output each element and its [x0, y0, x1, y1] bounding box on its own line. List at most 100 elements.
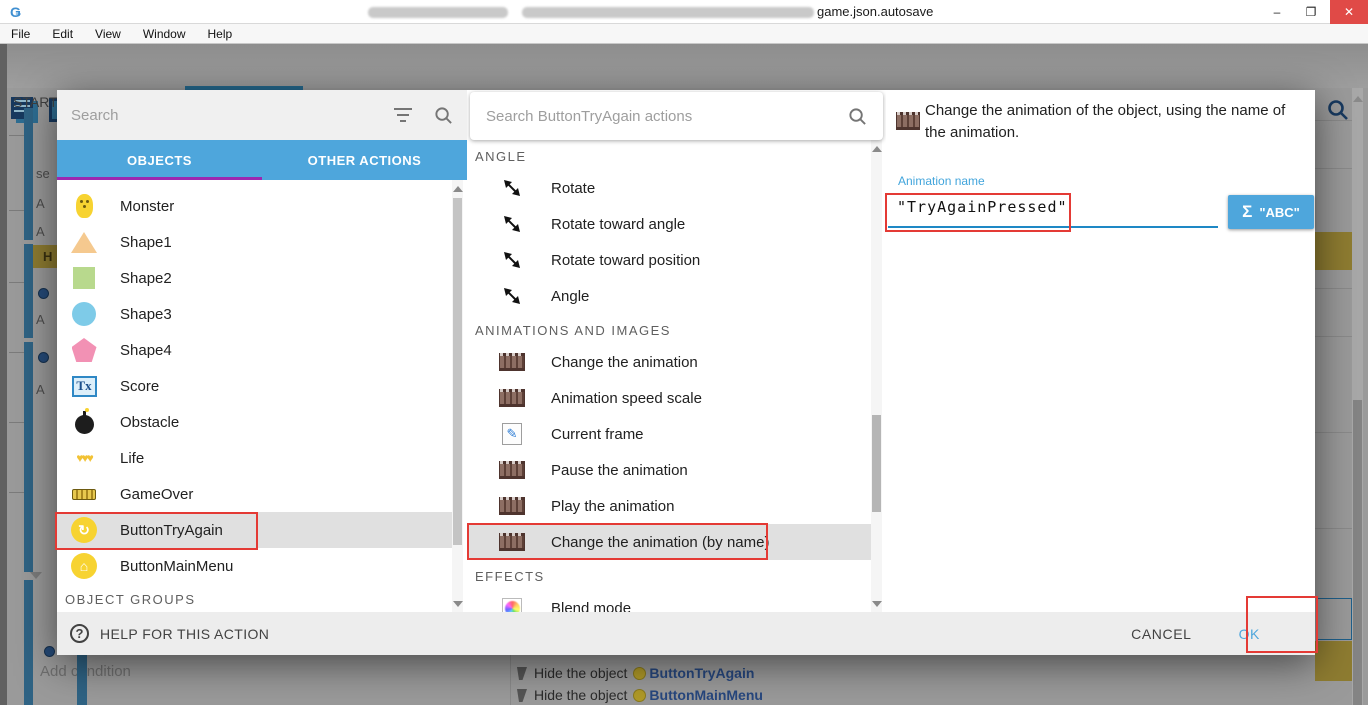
object-search-input[interactable] — [71, 107, 394, 124]
search-icon[interactable] — [848, 107, 867, 126]
object-label: Shape2 — [120, 270, 172, 287]
cancel-button[interactable]: CANCEL — [1131, 626, 1191, 642]
gear-icon — [38, 352, 49, 363]
event-divider — [510, 655, 511, 705]
action-row-rotate-toward-position[interactable]: Rotate toward position — [467, 242, 871, 278]
help-icon: ? — [70, 624, 89, 643]
redacted-path-blob — [522, 7, 814, 18]
object-row-gameover[interactable]: GameOver — [57, 476, 453, 512]
event-divider — [1315, 432, 1352, 433]
frame-icon: ✎ — [499, 421, 525, 447]
help-link[interactable]: HELP FOR THIS ACTION — [100, 626, 269, 642]
object-list-scrollbar[interactable] — [452, 180, 463, 612]
action-row-angle[interactable]: Angle — [467, 278, 871, 314]
event-condition-bar — [24, 108, 33, 240]
monster-icon — [70, 192, 98, 220]
object-groups-header: OBJECT GROUPS — [57, 584, 453, 612]
object-label: Life — [120, 450, 144, 467]
event-action-row: Hide the objectButtonMainMenu — [517, 687, 763, 705]
menu-window[interactable]: Window — [132, 27, 197, 41]
event-divider — [1315, 528, 1352, 529]
action-description: Change the animation of the object, usin… — [925, 100, 1307, 144]
object-label: Score — [120, 378, 159, 395]
action-row-change-animation[interactable]: Change the animation — [467, 344, 871, 380]
action-parameters-panel: Change the animation of the object, usin… — [886, 90, 1315, 612]
home-button-icon: ⌂ — [70, 552, 98, 580]
section-header: EFFECTS — [475, 569, 545, 584]
menu-view[interactable]: View — [84, 27, 132, 41]
tab-objects[interactable]: OBJECTS — [57, 140, 262, 180]
bomb-icon — [70, 408, 98, 436]
object-row-obstacle[interactable]: Obstacle — [57, 404, 453, 440]
events-scrollbar[interactable] — [1352, 88, 1363, 705]
action-row-rotate[interactable]: Rotate — [467, 170, 871, 206]
event-object-name: ButtonTryAgain — [649, 665, 754, 681]
object-row-life[interactable]: ♥♥♥ Life — [57, 440, 453, 476]
annotation-box-change-animation-by-name — [467, 523, 768, 560]
partial-text: A — [36, 196, 45, 211]
restore-button[interactable]: ❐ — [1296, 0, 1326, 24]
search-icon[interactable] — [434, 106, 453, 125]
object-row-shape3[interactable]: Shape3 — [57, 296, 453, 332]
section-header: ANIMATIONS AND IMAGES — [475, 323, 671, 338]
gear-icon — [38, 288, 49, 299]
event-divider — [1315, 120, 1352, 121]
film-icon — [499, 385, 525, 411]
triangle-icon — [70, 228, 98, 256]
action-row-play-animation[interactable]: Play the animation — [467, 488, 871, 524]
object-label: ButtonMainMenu — [120, 558, 233, 575]
menu-bar: File Edit View Window Help — [0, 24, 1368, 44]
action-label: Blend mode — [551, 600, 631, 613]
partial-text: A — [36, 382, 45, 397]
filter-icon[interactable] — [394, 108, 412, 122]
expression-button-label: "ABC" — [1259, 205, 1300, 220]
event-divider — [1315, 336, 1352, 337]
object-row-score[interactable]: Tx Score — [57, 368, 453, 404]
action-label: Animation speed scale — [551, 390, 702, 407]
toolbar: + + + + – ↶ ↷ — [0, 44, 1368, 88]
action-row-rotate-toward-angle[interactable]: Rotate toward angle — [467, 206, 871, 242]
event-divider — [1315, 168, 1352, 169]
action-search-input[interactable] — [486, 108, 848, 125]
window-title: game.json.autosave — [817, 4, 933, 19]
action-label: Change the animation — [551, 354, 698, 371]
banner-icon — [70, 480, 98, 508]
partial-text: H — [43, 249, 52, 264]
event-bracket — [9, 352, 24, 353]
selector-tabs: OBJECTS OTHER ACTIONS — [57, 140, 467, 180]
event-object-name: ButtonMainMenu — [649, 687, 763, 703]
object-row-shape1[interactable]: Shape1 — [57, 224, 453, 260]
object-row-buttonmainmenu[interactable]: ⌂ ButtonMainMenu — [57, 548, 453, 584]
scene-tab-label: START — [13, 94, 58, 110]
action-row-blend-mode[interactable]: Blend mode — [467, 590, 871, 612]
rotate-icon — [499, 283, 525, 309]
tab-other-actions[interactable]: OTHER ACTIONS — [262, 140, 467, 180]
gdevelop-logo-icon: Ǥ — [10, 4, 26, 20]
event-action-text: Hide the object — [534, 665, 627, 681]
partial-text: A — [36, 224, 45, 239]
close-button[interactable]: ✕ — [1330, 0, 1368, 24]
object-label: GameOver — [120, 486, 193, 503]
minimize-button[interactable]: – — [1262, 0, 1292, 24]
object-row-shape2[interactable]: Shape2 — [57, 260, 453, 296]
action-row-pause-animation[interactable]: Pause the animation — [467, 452, 871, 488]
object-row-monster[interactable]: Monster — [57, 188, 453, 224]
action-label: Rotate toward angle — [551, 216, 685, 233]
object-label: Monster — [120, 198, 174, 215]
object-row-shape4[interactable]: Shape4 — [57, 332, 453, 368]
gear-icon — [44, 646, 55, 657]
event-divider — [1315, 288, 1352, 289]
action-row-current-frame[interactable]: ✎ Current frame — [467, 416, 871, 452]
menu-file[interactable]: File — [0, 27, 41, 41]
menu-help[interactable]: Help — [197, 27, 244, 41]
object-label: Shape4 — [120, 342, 172, 359]
animation-name-label: Animation name — [898, 174, 985, 188]
expression-builder-button[interactable]: Σ "ABC" — [1228, 195, 1314, 229]
menu-edit[interactable]: Edit — [41, 27, 84, 41]
object-search-bar — [57, 90, 467, 140]
action-row-animation-speed-scale[interactable]: Animation speed scale — [467, 380, 871, 416]
partial-text: se — [36, 166, 50, 181]
event-condition-bar — [77, 655, 87, 705]
dialog-footer: ? HELP FOR THIS ACTION CANCEL OK — [57, 612, 1315, 655]
action-list-scrollbar[interactable] — [871, 140, 882, 612]
